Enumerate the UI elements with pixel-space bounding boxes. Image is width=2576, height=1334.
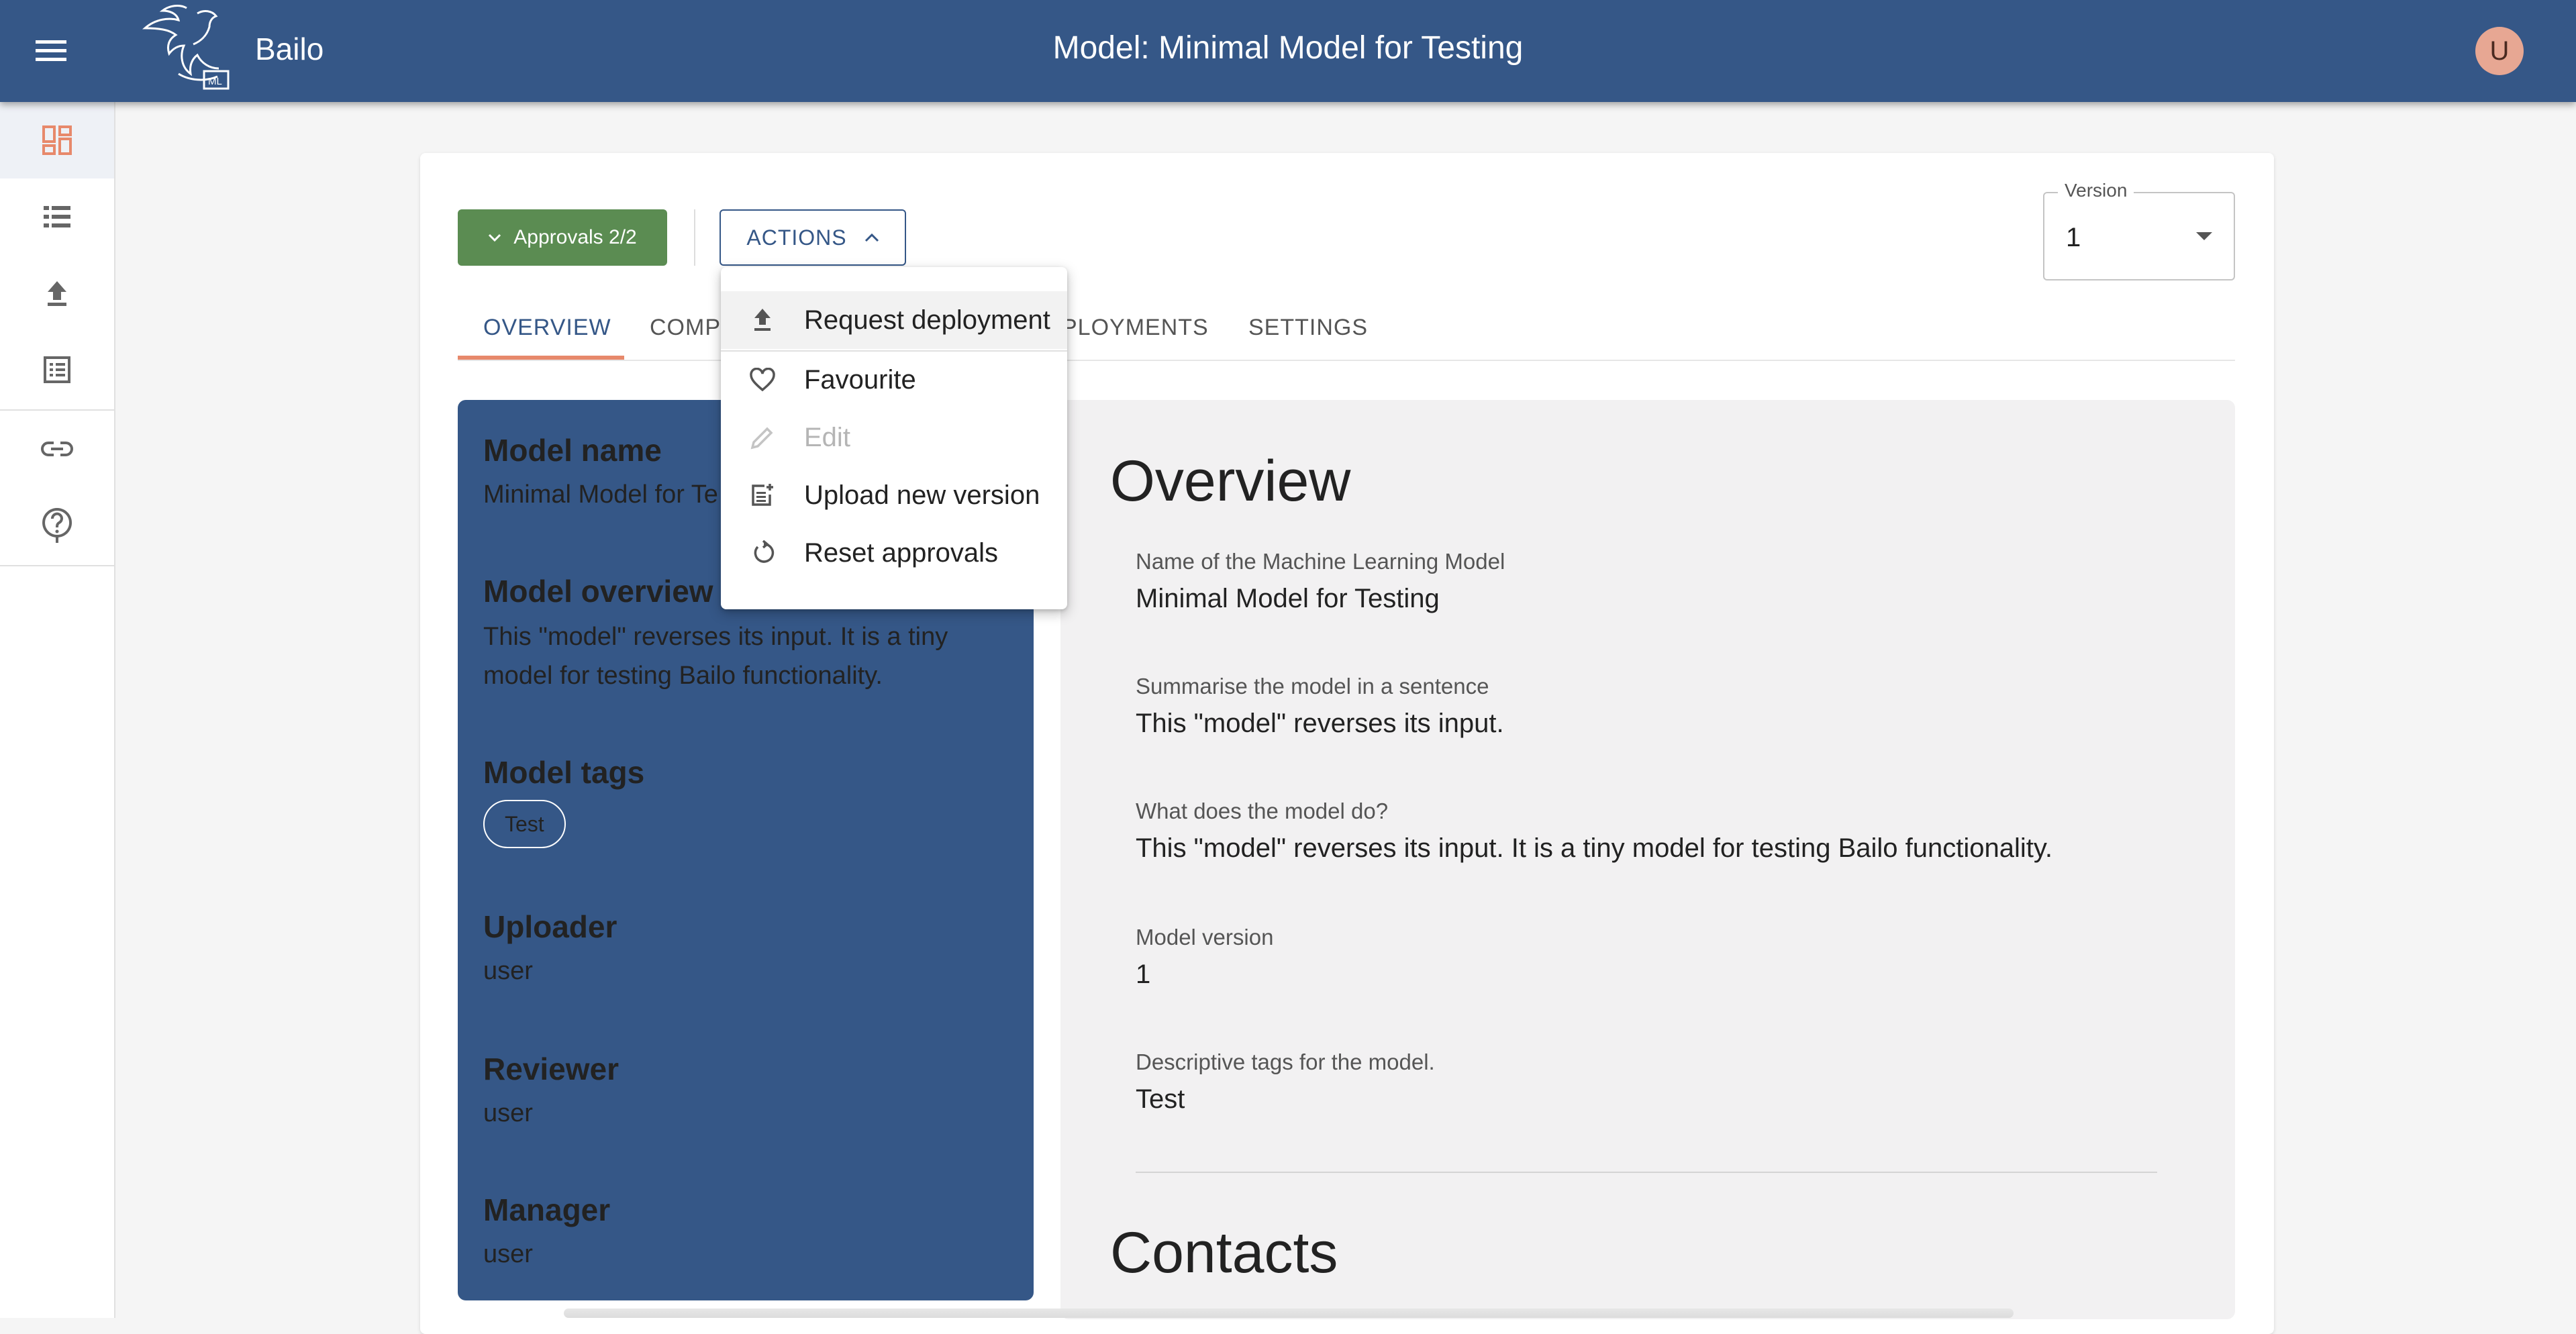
menu-item-edit: Edit: [721, 409, 1067, 466]
section-divider: [1136, 1172, 2157, 1173]
model-overview-value: This "model" reverses its input. It is a…: [483, 623, 948, 690]
list-icon: [44, 206, 70, 227]
menu-item-upload-new-version[interactable]: Upload new version: [721, 466, 1067, 524]
sidebar-item-reviews[interactable]: [0, 331, 114, 408]
model-overview-heading: Model overview: [483, 574, 713, 609]
field-value: Minimal Model for Testing: [1136, 584, 1440, 613]
sidebar-item-help[interactable]: [0, 487, 114, 564]
uploader-heading: Uploader: [483, 909, 617, 944]
menu-item-label: Edit: [804, 422, 850, 452]
approvals-button[interactable]: Approvals 2/2: [458, 209, 667, 266]
menu-item-label: Request deployment: [804, 305, 1050, 335]
upload-icon: [48, 281, 66, 306]
tab-overview[interactable]: OVERVIEW: [483, 295, 611, 360]
approvals-label: Approvals 2/2: [513, 226, 637, 248]
manager-value: user: [483, 1240, 533, 1268]
review-list-icon: [44, 356, 70, 383]
menu-item-request-deployment[interactable]: Request deployment: [721, 291, 1067, 349]
model-tags-heading: Model tags: [483, 755, 645, 790]
menu-item-label: Reset approvals: [804, 537, 999, 568]
uploader-value: user: [483, 957, 533, 985]
svg-text:ML: ML: [208, 76, 222, 87]
upload-icon: [748, 305, 777, 335]
sidebar-item-upload[interactable]: [0, 255, 114, 331]
page-title: Model: Minimal Model for Testing: [1052, 30, 1524, 66]
help-icon: [42, 508, 72, 543]
tab-settings[interactable]: SETTINGS: [1248, 295, 1368, 360]
pencil-icon: [748, 423, 777, 452]
chevron-up-icon: [864, 233, 879, 242]
menu-item-label: Upload new version: [804, 480, 1040, 510]
toolbar-divider: [694, 209, 695, 266]
menu-item-reset-approvals[interactable]: Reset approvals: [721, 524, 1067, 582]
menu-item-label: Favourite: [804, 364, 916, 395]
scroll-shadow: [564, 1309, 2014, 1318]
heart-outline-icon: [748, 365, 777, 395]
field-label: Model version: [1136, 925, 1274, 950]
tab-deployments[interactable]: PLOYMENTS: [1062, 295, 1209, 360]
field-label: Descriptive tags for the model.: [1136, 1049, 1435, 1074]
sidebar-item-links[interactable]: [0, 411, 114, 487]
version-value: 1: [2066, 223, 2081, 252]
link-icon: [41, 442, 73, 456]
model-name-heading: Model name: [483, 433, 662, 468]
actions-button[interactable]: ACTIONS: [720, 209, 906, 266]
dashboard-icon: [42, 125, 72, 155]
app-bar: ML Bailo Model: Minimal Model for Testin…: [0, 0, 2576, 102]
field-value: Test: [1136, 1084, 1185, 1114]
actions-label: ACTIONS: [746, 225, 847, 250]
post-add-icon: [748, 480, 777, 510]
overview-title: Overview: [1110, 449, 1351, 513]
sidebar-divider: [0, 565, 114, 566]
field-label: Summarise the model in a sentence: [1136, 674, 1489, 699]
field-value: This "model" reverses its input. It is a…: [1136, 833, 2053, 863]
menu-item-favourite[interactable]: Favourite: [721, 351, 1067, 409]
restart-icon: [748, 538, 777, 568]
user-avatar[interactable]: U: [2475, 27, 2524, 75]
caret-down-icon[interactable]: [2196, 232, 2212, 240]
tag-chip[interactable]: Test: [483, 800, 566, 848]
field-value: 1: [1136, 960, 1151, 989]
sidebar: [0, 102, 115, 1318]
manager-heading: Manager: [483, 1192, 611, 1227]
sidebar-item-dashboard[interactable]: [0, 102, 114, 178]
reviewer-heading: Reviewer: [483, 1051, 620, 1086]
field-value: This "model" reverses its input.: [1136, 709, 1504, 738]
field-label: What does the model do?: [1136, 799, 1389, 823]
reviewer-value: user: [483, 1099, 533, 1127]
version-label: Version: [2058, 180, 2134, 201]
sidebar-item-models[interactable]: [0, 178, 114, 255]
chevron-down-icon: [489, 234, 501, 242]
actions-menu: Request deployment Favourite Edit Upload…: [721, 267, 1067, 609]
field-label: Name of the Machine Learning Model: [1136, 549, 1505, 574]
contacts-title: Contacts: [1110, 1221, 1338, 1285]
